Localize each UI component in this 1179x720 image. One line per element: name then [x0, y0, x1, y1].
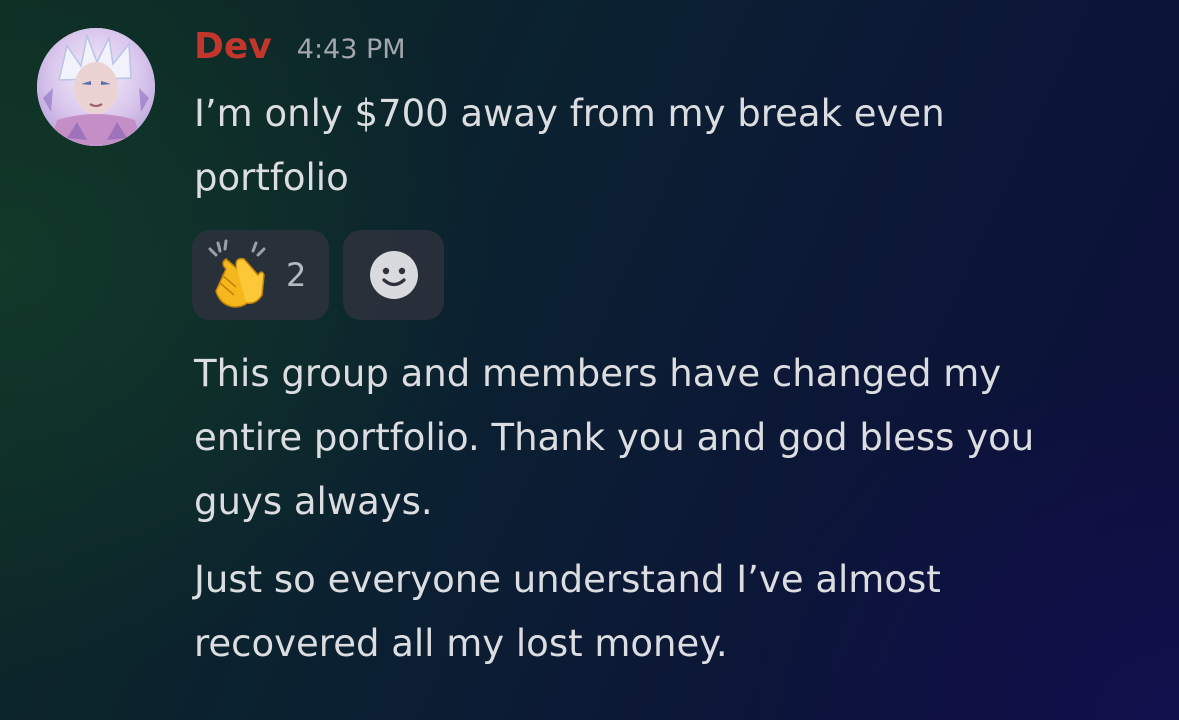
add-reaction-button[interactable] [343, 230, 444, 320]
message-text: I’m only $700 away from my break even po… [194, 92, 945, 199]
user-avatar[interactable] [37, 28, 155, 146]
clapping-hands-icon [208, 239, 266, 308]
reactions-bar: 2 [192, 230, 444, 320]
reaction-clap[interactable]: 2 [192, 230, 329, 320]
message-header: Dev 4:43 PM [194, 26, 406, 72]
reaction-count: 2 [286, 256, 307, 294]
avatar-image [37, 28, 155, 146]
username[interactable]: Dev [194, 26, 272, 67]
smiley-icon [369, 251, 418, 299]
message-text: Just so everyone understand I’ve almost … [194, 558, 941, 665]
message-timestamp: 4:43 PM [296, 34, 406, 65]
message-text: This group and members have changed my e… [194, 352, 1035, 523]
